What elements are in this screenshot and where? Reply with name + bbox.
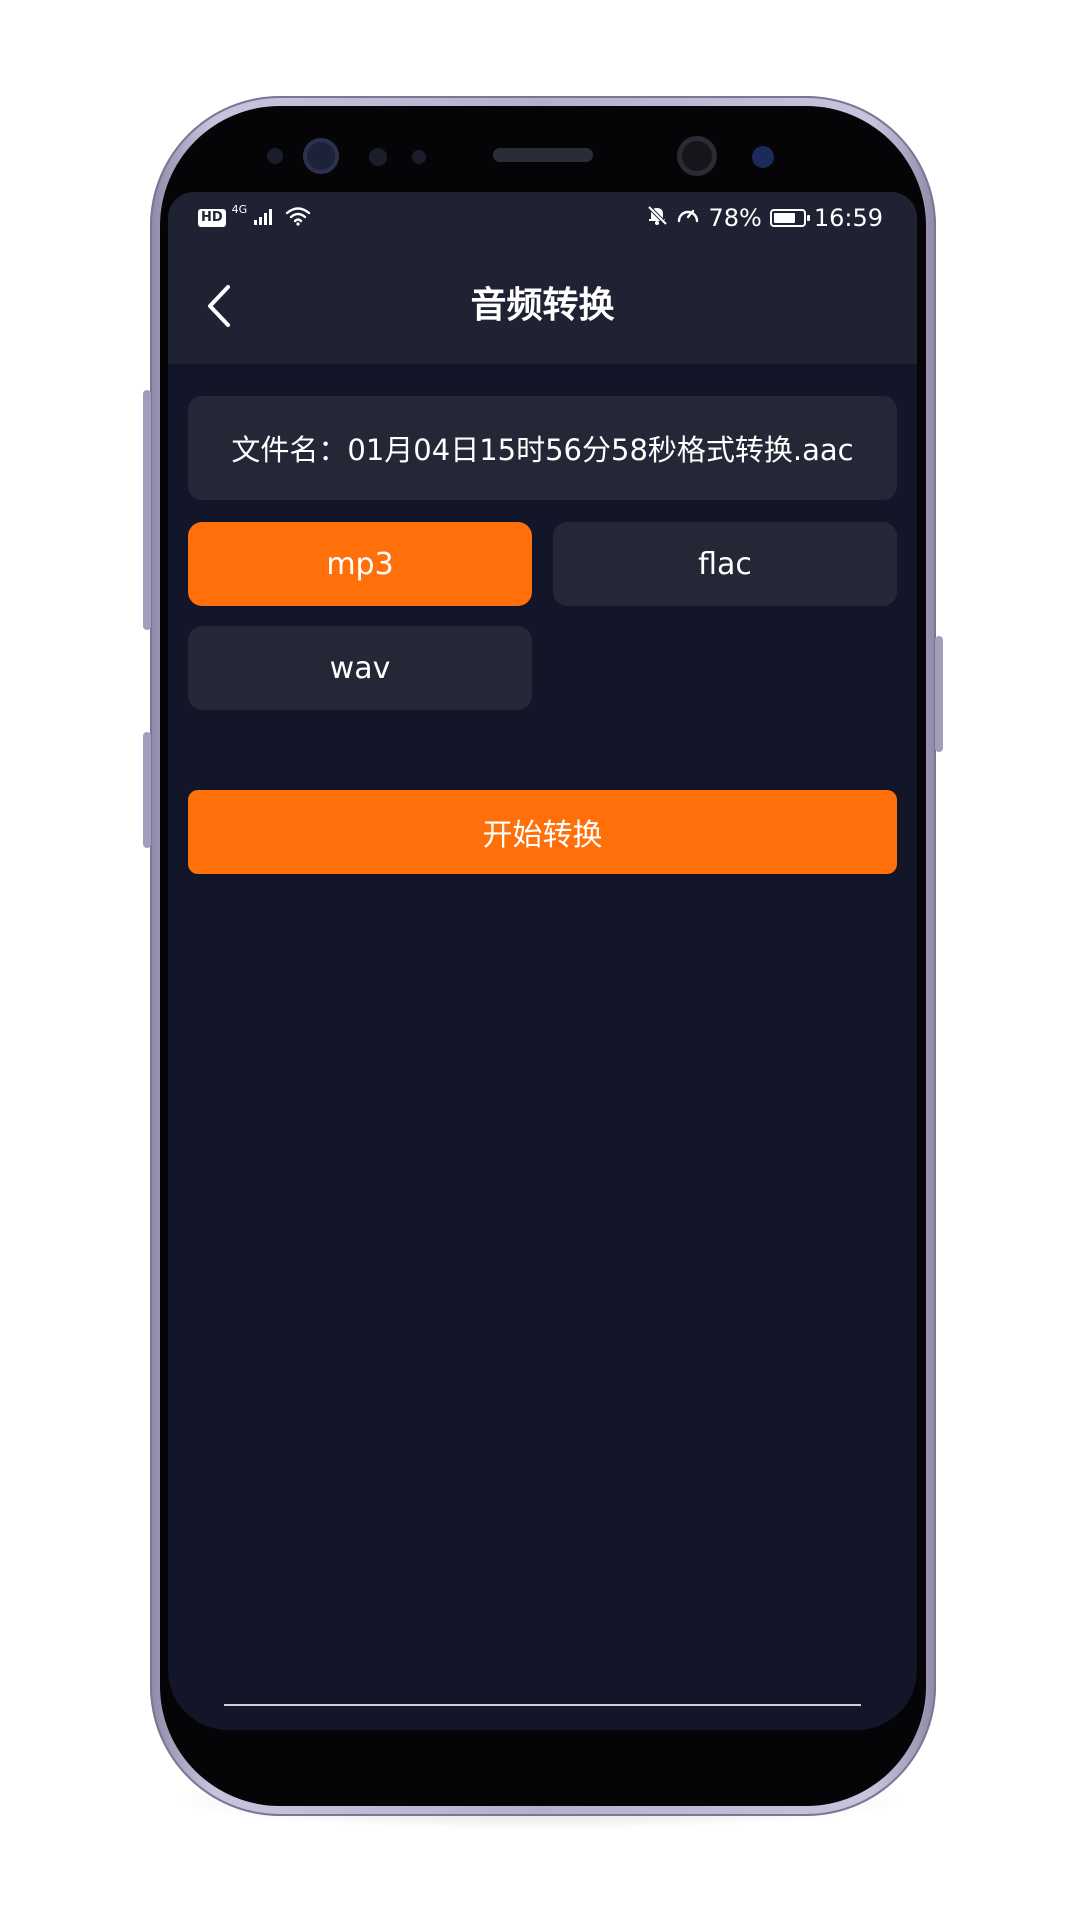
hd-badge: HD — [198, 209, 226, 227]
status-bar: HD 4G 78% 16:59 — [168, 192, 917, 248]
earpiece-speaker — [493, 148, 593, 162]
format-option-label: wav — [329, 650, 391, 686]
proximity-sensor — [267, 148, 283, 164]
ambient-sensor — [412, 150, 426, 164]
format-option-flac[interactable]: flac — [553, 522, 897, 606]
page-title: 音频转换 — [470, 285, 615, 326]
status-right: 78% 16:59 — [646, 204, 883, 232]
wifi-icon — [285, 206, 311, 230]
format-option-label: flac — [698, 546, 752, 582]
status-time: 16:59 — [813, 204, 883, 232]
format-option-label: mp3 — [326, 546, 394, 582]
bell-off-icon — [646, 204, 668, 232]
status-left: HD 4G — [198, 203, 311, 230]
network-type: 4G — [231, 203, 248, 216]
stage: HD 4G 78% 16:59 音频转换 文件名：01月04日15时56分58秒… — [0, 0, 1080, 1920]
screen: HD 4G 78% 16:59 音频转换 文件名：01月04日15时56分58秒… — [168, 192, 917, 1730]
file-name-card: 文件名：01月04日15时56分58秒格式转换.aac — [188, 396, 897, 500]
light-sensor — [369, 148, 387, 166]
battery-percent: 78% — [708, 204, 762, 232]
iris-camera — [303, 138, 339, 174]
battery-tip — [806, 215, 810, 221]
file-name-label: 文件名：01月04日15时56分58秒格式转换.aac — [231, 433, 854, 467]
format-option-wav[interactable]: wav — [188, 626, 532, 710]
home-indicator — [224, 1704, 861, 1706]
start-convert-button[interactable]: 开始转换 — [188, 790, 897, 874]
signal-bars-icon — [253, 207, 275, 229]
power-button — [935, 636, 943, 752]
volume-up-button — [143, 390, 151, 630]
start-convert-label: 开始转换 — [482, 818, 603, 853]
volume-down-button — [143, 732, 151, 848]
front-camera — [677, 136, 717, 176]
battery-level — [773, 213, 795, 223]
speedometer-icon — [676, 204, 700, 232]
nav-bar: 音频转换 — [168, 248, 917, 364]
battery-icon — [769, 209, 810, 227]
front-flash — [752, 146, 774, 168]
format-option-mp3[interactable]: mp3 — [188, 522, 532, 606]
